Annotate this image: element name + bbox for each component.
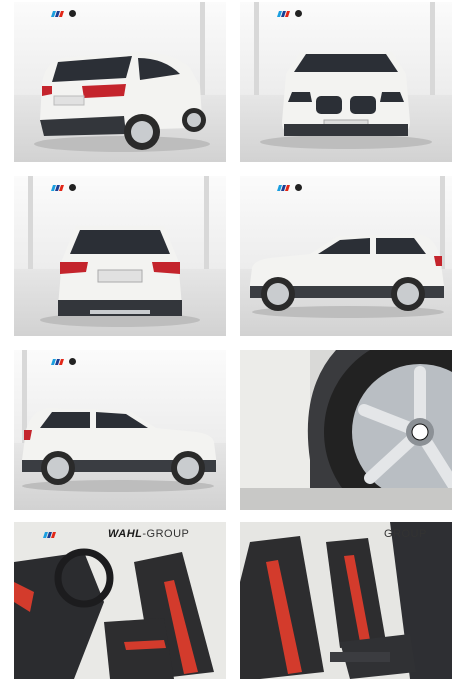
dealer-banner: GROUP [384, 528, 427, 540]
photo-rear[interactable] [14, 176, 226, 336]
car-rear [40, 226, 200, 327]
dealer-banner: WAHL-GROUP [108, 528, 190, 540]
car-side-right [249, 234, 444, 318]
brand-logos [43, 532, 56, 538]
photo-wheel-closeup[interactable] [240, 350, 452, 510]
photo-front[interactable] [240, 2, 452, 162]
car-side-left [22, 408, 217, 492]
car-rear-three-quarter [34, 52, 210, 152]
interior-driver-scene [14, 522, 226, 679]
wheel-closeup [240, 350, 452, 510]
photo-rear-three-quarter[interactable] [14, 2, 226, 162]
photo-side-right[interactable] [240, 176, 452, 336]
interior-seats-scene [240, 522, 452, 679]
photo-side-left[interactable] [14, 350, 226, 510]
m-stripes-logo [43, 532, 56, 538]
car-front [260, 52, 432, 149]
photo-interior-seats[interactable]: GROUP [240, 522, 452, 679]
photo-gallery: WAHL-GROUP GROUP [0, 0, 454, 679]
photo-interior-driver[interactable]: WAHL-GROUP [14, 522, 226, 679]
